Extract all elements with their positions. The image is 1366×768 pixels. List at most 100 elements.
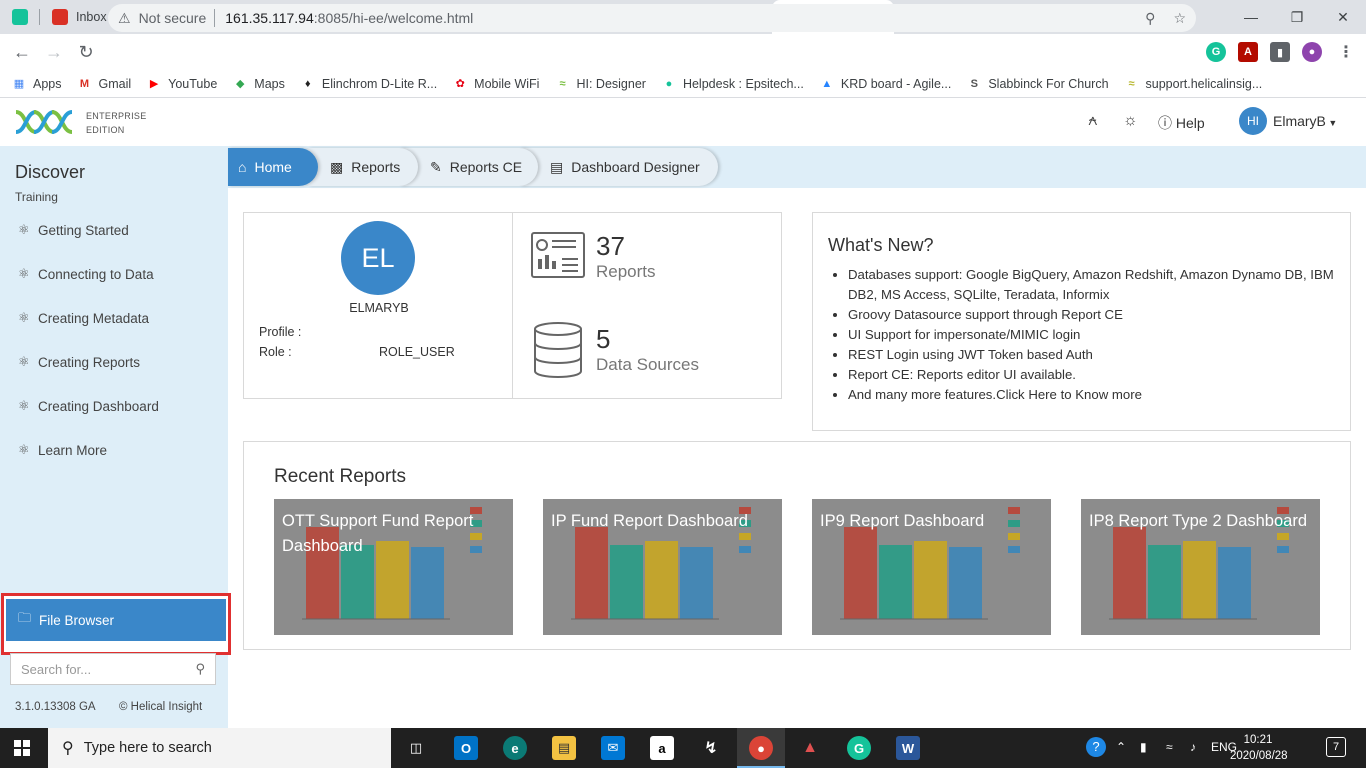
sidebar-item-connecting-to-data[interactable]: ⚛ Connecting to Data [18, 266, 154, 282]
database-icon[interactable] [532, 321, 584, 379]
breadcrumb-dashboard-designer[interactable]: ▤ Dashboard Designer [520, 148, 718, 186]
jira-icon: ▲ [821, 77, 833, 90]
minimize-icon[interactable]: — [1228, 0, 1274, 34]
bookmark-item[interactable]: M Gmail [78, 77, 131, 91]
search-icon: ⚲ [62, 740, 74, 757]
reports-count: 37 [596, 231, 625, 261]
address-bar[interactable]: ⚠ Not secure 161.35.117.94 :8085/hi-ee/w… [108, 4, 1196, 32]
outlook-icon[interactable]: O [454, 736, 478, 760]
sidebar-item-creating-dashboard[interactable]: ⚛ Creating Dashboard [18, 398, 159, 414]
sidebar: Discover Training ⚛ Getting Started ⚛ Conn… [0, 146, 231, 728]
window-close-icon[interactable]: ✕ [1320, 0, 1366, 34]
sidebar-item-label: Connecting to Data [38, 266, 154, 282]
grammarly-icon [12, 9, 28, 25]
chrome-menu-icon[interactable]: ⋮ [1336, 42, 1356, 62]
extensions-puzzle-icon[interactable]: ▮ [1270, 42, 1290, 62]
click-here-link[interactable]: Click Here [996, 387, 1057, 402]
forward-icon[interactable]: → [38, 36, 70, 68]
bookmark-item[interactable]: ✿ Mobile WiFi [453, 77, 540, 91]
bookmark-item[interactable]: S Slabbinck For Church [967, 76, 1109, 91]
pdf-extension-icon[interactable]: A [1238, 42, 1258, 62]
cursor-app-icon[interactable]: ↯ [699, 736, 723, 760]
sidebar-item-getting-started[interactable]: ⚛ Getting Started [18, 222, 129, 238]
profile-extension-icon[interactable]: ● [1302, 42, 1322, 62]
browser-tab[interactable] [0, 0, 40, 34]
amazon-icon[interactable]: a [650, 736, 674, 760]
bookmark-label: Helpdesk : Epsitech... [682, 76, 804, 91]
sidebar-item-learn-more[interactable]: ⚛ Learn More [18, 442, 107, 458]
bar-chart-icon: ▩ [330, 158, 344, 175]
volume-icon[interactable]: ♪ [1190, 740, 1196, 754]
breadcrumb-reports[interactable]: ▩ Reports [308, 148, 418, 186]
bookmark-item[interactable]: ▦ Apps [12, 77, 62, 91]
help-tray-icon[interactable]: ? [1086, 737, 1106, 757]
list-item: Report CE: Reports editor UI available. [848, 365, 1348, 385]
bookmark-item[interactable]: ≈ HI: Designer [555, 77, 646, 91]
reports-icon[interactable] [530, 231, 586, 279]
user-menu[interactable]: ElmaryB ▼ [1273, 113, 1337, 129]
search-icon[interactable]: ⚲ [195, 661, 205, 677]
report-thumbnail[interactable]: OTT Support Fund Report Dashboard [274, 499, 513, 635]
report-thumbnail[interactable]: IP8 Report Type 2 Dashboard [1081, 499, 1320, 635]
theme-bulb-icon[interactable]: ☼ [1123, 112, 1138, 130]
maps-pin-icon: ◆ [236, 78, 245, 90]
file-explorer-icon[interactable]: ▤ [552, 736, 576, 760]
reload-icon[interactable]: ↻ [70, 36, 102, 68]
grammarly-icon[interactable]: G [847, 736, 871, 760]
chrome-icon[interactable]: ● [749, 736, 773, 760]
bookmark-item[interactable]: ▲ KRD board - Agile... [820, 77, 951, 91]
know-more-text: to Know more [1056, 387, 1142, 402]
search-placeholder: Search for... [21, 661, 92, 677]
word-icon[interactable]: W [896, 736, 920, 760]
task-view-icon[interactable]: ◫ [404, 736, 428, 760]
thumbnail-bar [914, 541, 947, 619]
copyright-label: © Helical Insight [119, 701, 203, 713]
windows-start-icon[interactable] [14, 740, 30, 756]
file-browser-button[interactable]: 🗀 File Browser [6, 599, 226, 641]
taskbar-search-input[interactable]: ⚲ Type here to search [48, 728, 391, 768]
chevron-up-icon[interactable]: ⌃ [1116, 740, 1126, 754]
role-label: Role : [259, 345, 292, 359]
bookmark-item[interactable]: ▶ YouTube [147, 77, 217, 91]
folder-icon: 🗀 [18, 610, 32, 625]
edition-line-1: ENTERPRISE [86, 111, 147, 121]
bookmark-item[interactable]: ● Helpdesk : Epsitech... [662, 77, 804, 91]
role-row: Role : ROLE_USER [259, 345, 455, 359]
key-icon[interactable]: ⚲ [1145, 10, 1155, 27]
report-thumbnail[interactable]: IP9 Report Dashboard [812, 499, 1051, 635]
username-label: ElmaryB [1273, 113, 1326, 129]
paint-icon[interactable]: ▲ [798, 736, 822, 760]
wifi-icon[interactable]: ≈ [1166, 740, 1173, 754]
breadcrumb-reports-ce[interactable]: ✎ Reports CE [400, 148, 538, 186]
bookmark-item[interactable]: ≈ support.helicalinsig... [1125, 77, 1263, 91]
help-link[interactable]: ⓘ Help [1158, 113, 1205, 133]
user-avatar[interactable]: HI [1239, 107, 1267, 135]
app-header: ENTERPRISE EDITION ⍲ ☼ ⓘ Help HI ElmaryB… [0, 98, 1366, 146]
helical-insight-logo[interactable] [14, 108, 74, 136]
report-thumbnail[interactable]: IP Fund Report Dashboard [543, 499, 782, 635]
system-clock[interactable]: 10:21 2020/08/28 [1230, 732, 1288, 764]
battery-icon[interactable]: ▮ [1140, 740, 1147, 754]
restore-icon[interactable]: ❐ [1274, 0, 1320, 34]
notification-center-icon[interactable]: 7 [1326, 737, 1346, 757]
datasources-label: Data Sources [596, 355, 699, 374]
bookmark-item[interactable]: ◆ Maps [233, 77, 285, 91]
elinchrom-icon: ♦ [305, 77, 311, 90]
edge-icon[interactable]: e [503, 736, 527, 760]
back-icon[interactable]: ← [6, 36, 38, 68]
bookmark-label: Apps [33, 76, 62, 91]
notification-bell-icon[interactable]: ⍲ [1088, 112, 1098, 130]
bookmark-label: Slabbinck For Church [988, 76, 1109, 91]
stats-card: 37 Reports 5 Data Sources [512, 212, 782, 399]
mail-icon[interactable]: ✉ [601, 736, 625, 760]
sidebar-search-input[interactable]: Search for... ⚲ [10, 653, 216, 685]
sidebar-item-creating-reports[interactable]: ⚛ Creating Reports [18, 354, 140, 370]
bookmark-star-icon[interactable]: ☆ [1173, 10, 1186, 27]
browser-toolbar: ← → ↻ [0, 34, 1366, 70]
sidebar-item-creating-metadata[interactable]: ⚛ Creating Metadata [18, 310, 149, 326]
bookmark-item[interactable]: ♦ Elinchrom D-Lite R... [301, 77, 437, 91]
report-title: OTT Support Fund Report Dashboard [282, 512, 474, 555]
grammarly-extension-icon[interactable]: G [1206, 42, 1226, 62]
breadcrumb-home[interactable]: ⌂ Home [228, 148, 318, 186]
more-features-text: And many more features. [848, 387, 997, 402]
